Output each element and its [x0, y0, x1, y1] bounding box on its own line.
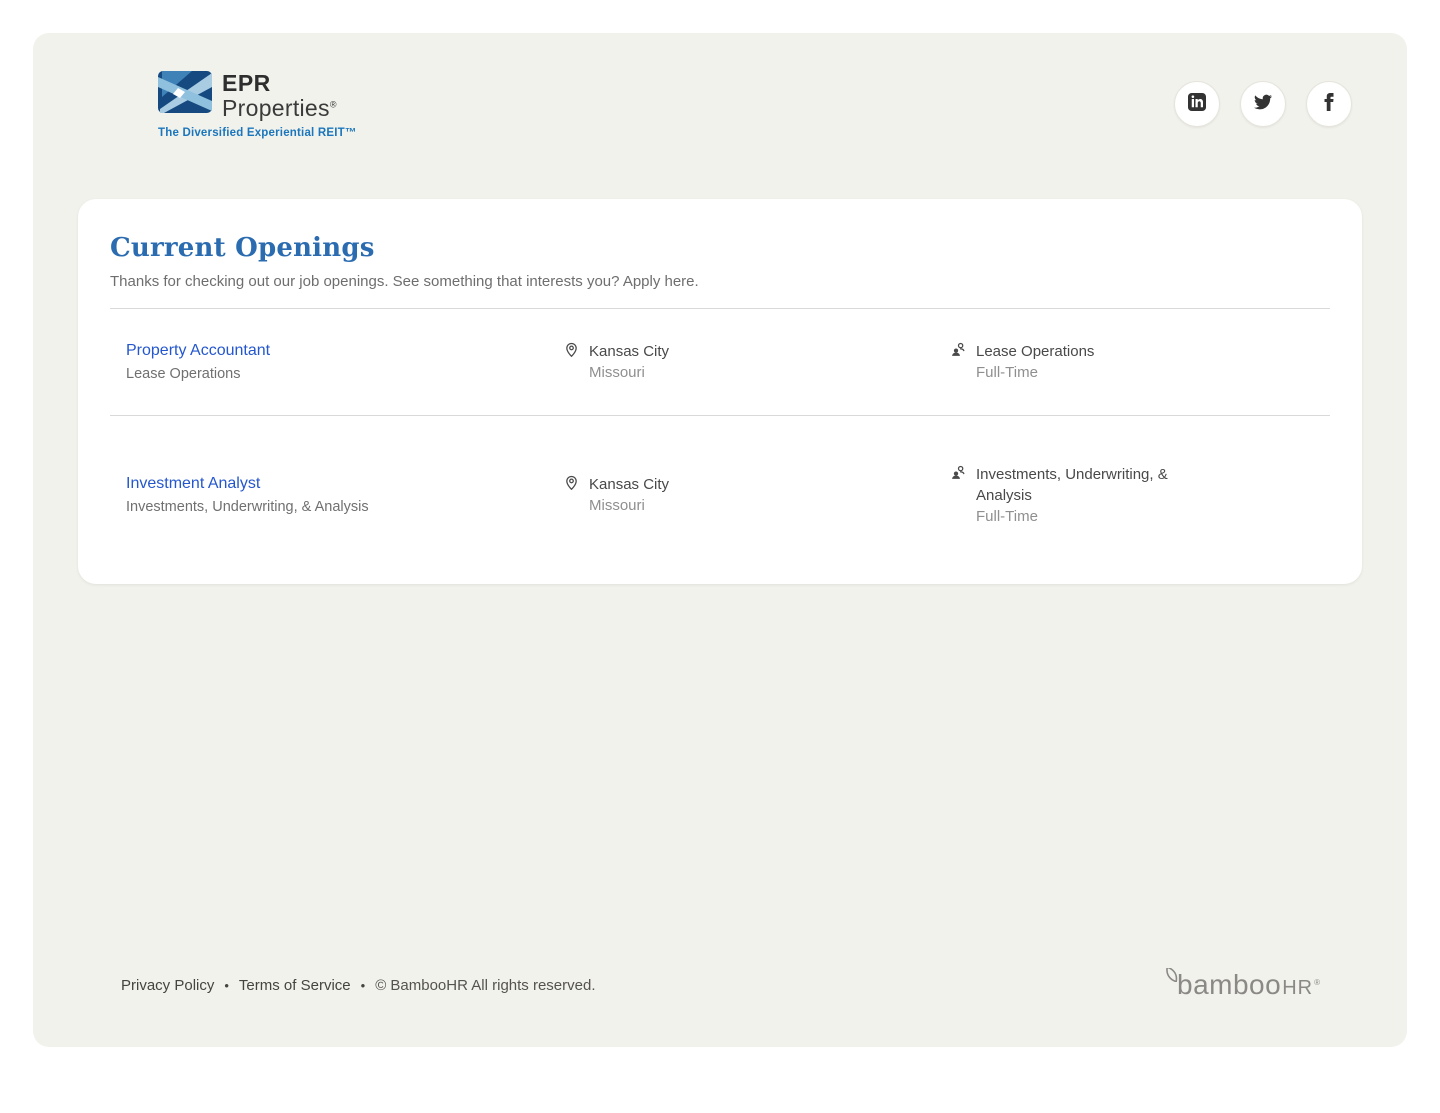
- openings-intro: Thanks for checking out our job openings…: [110, 273, 1330, 290]
- social-links: [1174, 81, 1352, 127]
- terms-of-service-link[interactable]: Terms of Service: [239, 977, 351, 994]
- header: EPR Properties® The Diversified Experien…: [33, 33, 1407, 139]
- job-location-city: Kansas City: [589, 341, 669, 362]
- location-pin-icon: [563, 474, 580, 495]
- department-people-icon: [950, 341, 967, 362]
- page-title: Current Openings: [110, 233, 1330, 263]
- job-row-property-accountant[interactable]: Property Accountant Lease Operations Kan…: [78, 309, 1362, 415]
- department-people-icon: [950, 464, 967, 485]
- facebook-icon: [1320, 93, 1338, 116]
- job-subtitle: Lease Operations: [126, 366, 563, 382]
- job-location-state: Missouri: [589, 362, 669, 383]
- logo-line2: Properties®: [222, 97, 337, 120]
- bamboohr-logo: bamboo HR ®: [1164, 971, 1352, 999]
- job-location-city: Kansas City: [589, 474, 669, 495]
- linkedin-icon: [1188, 93, 1206, 116]
- footer: Privacy Policy • Terms of Service • © Ba…: [121, 971, 1352, 999]
- linkedin-button[interactable]: [1174, 81, 1220, 127]
- current-openings-card: Current Openings Thanks for checking out…: [78, 199, 1362, 584]
- twitter-icon: [1254, 93, 1272, 116]
- privacy-policy-link[interactable]: Privacy Policy: [121, 977, 214, 994]
- facebook-button[interactable]: [1306, 81, 1352, 127]
- separator-dot: •: [361, 978, 366, 993]
- twitter-button[interactable]: [1240, 81, 1286, 127]
- job-department: Lease Operations: [976, 341, 1094, 362]
- job-location-state: Missouri: [589, 495, 669, 516]
- location-pin-icon: [563, 341, 580, 362]
- bamboo-wordmark: bamboo: [1177, 971, 1281, 999]
- separator-dot: •: [224, 978, 229, 993]
- copyright-text: © BambooHR All rights reserved.: [375, 977, 595, 994]
- careers-page: EPR Properties® The Diversified Experien…: [33, 33, 1407, 1047]
- logo-line1: EPR: [222, 72, 337, 95]
- job-title-link[interactable]: Investment Analyst: [126, 475, 260, 493]
- epr-logo-text: EPR Properties®: [222, 71, 337, 120]
- job-department: Investments, Underwriting, & Analysis: [976, 464, 1194, 506]
- company-logo: EPR Properties® The Diversified Experien…: [158, 71, 357, 139]
- logo-tagline: The Diversified Experiential REIT™: [158, 127, 357, 139]
- job-employment-type: Full-Time: [976, 362, 1094, 383]
- job-row-investment-analyst[interactable]: Investment Analyst Investments, Underwri…: [78, 416, 1362, 574]
- epr-logo-icon: [158, 71, 212, 113]
- job-title-link[interactable]: Property Accountant: [126, 342, 270, 360]
- job-employment-type: Full-Time: [976, 506, 1194, 527]
- job-subtitle: Investments, Underwriting, & Analysis: [126, 499, 563, 515]
- bamboo-leaf-icon: [1164, 968, 1180, 987]
- bamboo-hr-text: HR: [1282, 977, 1313, 999]
- bamboo-registered-mark: ®: [1314, 978, 1320, 987]
- registered-mark: ®: [330, 99, 337, 109]
- legal-links: Privacy Policy • Terms of Service • © Ba…: [121, 977, 596, 994]
